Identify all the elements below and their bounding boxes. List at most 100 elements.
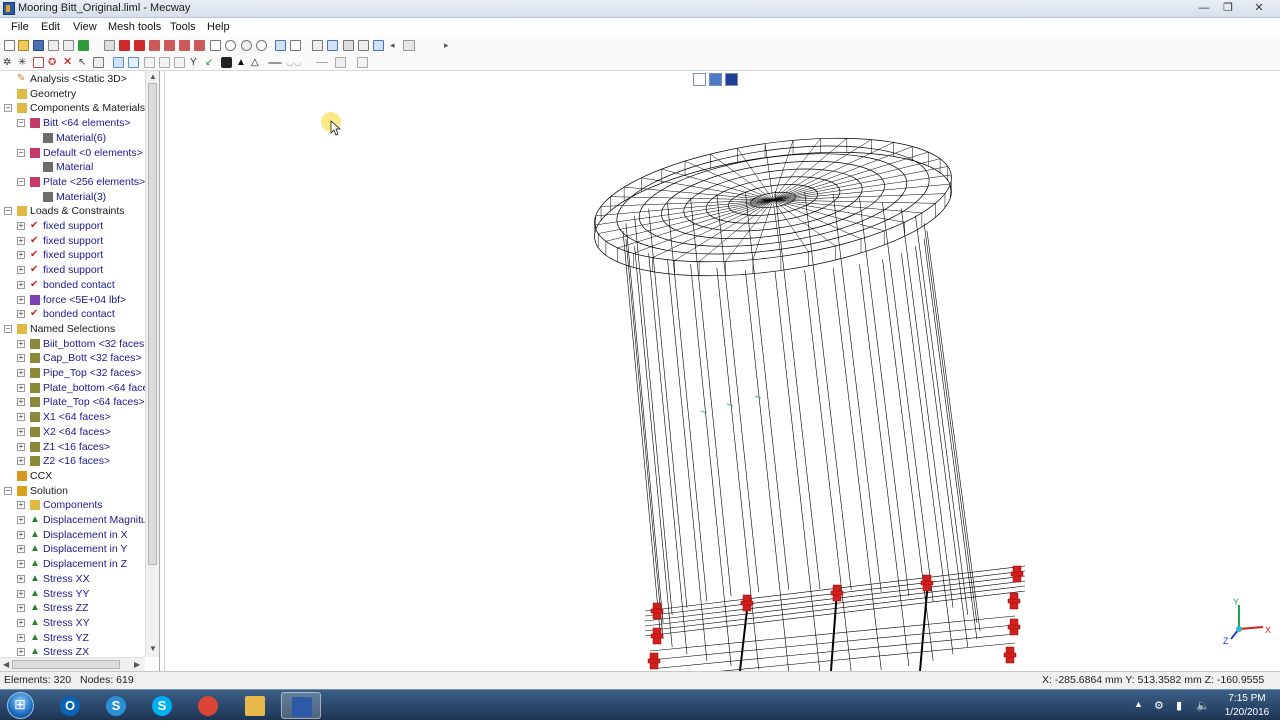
undo-icon[interactable] [48, 40, 59, 51]
tree-expander-icon[interactable]: + [17, 442, 25, 451]
zoom-box-icon[interactable] [210, 40, 221, 51]
tree-expander-icon[interactable]: + [17, 295, 25, 304]
taskbar-skype[interactable]: S [142, 692, 182, 719]
bitt-wireframe-mesh[interactable]: X Y Z [165, 71, 1280, 671]
tree-expander-icon[interactable]: − [17, 177, 25, 186]
tree-expander-icon[interactable]: + [17, 266, 25, 275]
volume-icon[interactable]: 🔈 [1196, 699, 1210, 712]
taskbar-skype-for-business[interactable]: S [96, 692, 136, 719]
tree-expander-icon[interactable]: + [17, 383, 25, 392]
menu-mesh-tools[interactable]: Mesh tools [108, 21, 161, 33]
animation-slider-thumb[interactable] [403, 40, 415, 51]
menu-file[interactable]: File [11, 21, 29, 33]
clock-date[interactable]: 1/20/2016 [1218, 707, 1276, 718]
black-node-icon[interactable] [221, 57, 232, 68]
tree-expander-icon[interactable]: + [17, 589, 25, 598]
select-mode-4-icon[interactable] [159, 57, 170, 68]
model-viewport[interactable]: X Y Z [164, 71, 1280, 671]
tree-expander-icon[interactable]: + [17, 530, 25, 539]
clock-time[interactable]: 7:15 PM [1222, 693, 1272, 704]
tree-expander-icon[interactable]: − [4, 207, 12, 216]
scroll-down-arrow[interactable]: ▼ [149, 644, 157, 653]
tree-expander-icon[interactable]: + [17, 354, 25, 363]
triangle-icon[interactable]: ▲ [236, 57, 247, 68]
close-button[interactable]: ✕ [1242, 0, 1276, 16]
tree-expander-icon[interactable]: + [17, 516, 25, 524]
tree-expander-icon[interactable]: + [17, 457, 25, 466]
tree-expander-icon[interactable]: + [17, 339, 25, 348]
taskbar-file-explorer[interactable] [235, 692, 275, 719]
tray-expand-icon[interactable]: ▲ [1134, 699, 1143, 709]
rotate-icon[interactable] [241, 40, 252, 51]
line-tool-icon[interactable] [268, 62, 282, 64]
tree-expander-icon[interactable]: − [4, 324, 12, 333]
dash-tool-icon[interactable] [316, 62, 328, 63]
wireframe-icon[interactable] [275, 40, 286, 51]
tree-expander-icon[interactable]: + [17, 310, 25, 319]
display-options-icon[interactable] [290, 40, 301, 51]
select-node-icon[interactable]: ✲ [3, 57, 14, 68]
scroll-left-arrow[interactable]: ◀ [3, 660, 9, 669]
zoom-fit-icon[interactable] [256, 40, 267, 51]
view-bottom-icon[interactable] [194, 40, 205, 51]
view-back-icon[interactable] [134, 40, 145, 51]
view-iso-icon[interactable] [104, 40, 115, 51]
tree-expander-icon[interactable]: + [17, 574, 25, 583]
save-icon[interactable] [33, 40, 44, 51]
tree-horizontal-scrollbar[interactable]: ◀ ▶ [0, 657, 145, 671]
select-mode-3-icon[interactable] [144, 57, 155, 68]
view-top-icon[interactable] [179, 40, 190, 51]
tree-expander-icon[interactable]: + [17, 369, 25, 377]
edges-icon[interactable] [327, 40, 338, 51]
list-icon[interactable] [93, 57, 104, 68]
network-icon[interactable]: ⚙ [1154, 699, 1164, 712]
tree-expander-icon[interactable]: + [17, 545, 25, 554]
taskbar-outlook[interactable]: O [50, 692, 90, 719]
tree-expander-icon[interactable]: − [17, 119, 25, 128]
new-file-icon[interactable] [4, 40, 15, 51]
tree-expander-icon[interactable]: − [4, 104, 12, 113]
redo-icon[interactable] [63, 40, 74, 51]
tree-expander-icon[interactable]: + [17, 222, 25, 230]
curve-tool-icon[interactable]: ◡◡ [286, 57, 302, 68]
signal-icon[interactable]: ▮ [1176, 699, 1182, 712]
arrow-icon[interactable]: ↙ [205, 57, 216, 68]
nodes-icon[interactable] [358, 40, 369, 51]
view-left-icon[interactable] [149, 40, 160, 51]
tree-expander-icon[interactable]: + [17, 618, 25, 627]
tree-scroll-thumb[interactable] [148, 83, 157, 565]
tree-expander-icon[interactable]: + [17, 560, 25, 569]
tree-expander-icon[interactable]: + [17, 251, 25, 260]
select-element-icon[interactable]: ✳ [18, 57, 29, 68]
branch-icon[interactable]: Y [190, 57, 201, 68]
menu-view[interactable]: View [73, 21, 97, 33]
open-file-icon[interactable] [18, 40, 29, 51]
cursor-icon[interactable]: ↖ [78, 57, 89, 68]
select-edge-icon[interactable]: ✪ [48, 57, 59, 68]
menu-help[interactable]: Help [207, 21, 230, 33]
tree-expander-icon[interactable]: + [17, 427, 25, 436]
tree-vertical-scrollbar[interactable]: ▲ ▼ [145, 71, 159, 657]
view-front-icon[interactable] [119, 40, 130, 51]
table-icon[interactable] [357, 57, 368, 68]
zoom-icon[interactable] [225, 40, 236, 51]
scroll-right-arrow[interactable]: ▶ [134, 660, 140, 669]
tree-expander-icon[interactable]: + [17, 236, 25, 245]
view-right-icon[interactable] [164, 40, 175, 51]
elements-icon[interactable] [373, 40, 384, 51]
outline-triangle-icon[interactable]: △ [251, 57, 262, 68]
tree-expander-icon[interactable]: + [17, 604, 25, 613]
grid-icon[interactable] [335, 57, 346, 68]
model-tree[interactable]: ✎ Analysis <Static 3D> Geometry − Components… [0, 71, 160, 671]
taskbar-chrome[interactable] [188, 692, 228, 719]
delete-icon[interactable]: ✕ [63, 57, 74, 68]
start-button[interactable] [4, 691, 38, 720]
scroll-up-arrow[interactable]: ▲ [149, 72, 157, 81]
tree-expander-icon[interactable]: + [17, 413, 25, 422]
tree-expander-icon[interactable]: − [4, 486, 12, 495]
tree-expander-icon[interactable]: + [17, 648, 25, 657]
tree-expander-icon[interactable]: + [17, 398, 25, 407]
tree-hscroll-thumb[interactable] [12, 660, 120, 669]
tree-expander-icon[interactable]: + [17, 633, 25, 642]
select-mode-2-icon[interactable] [128, 57, 139, 68]
